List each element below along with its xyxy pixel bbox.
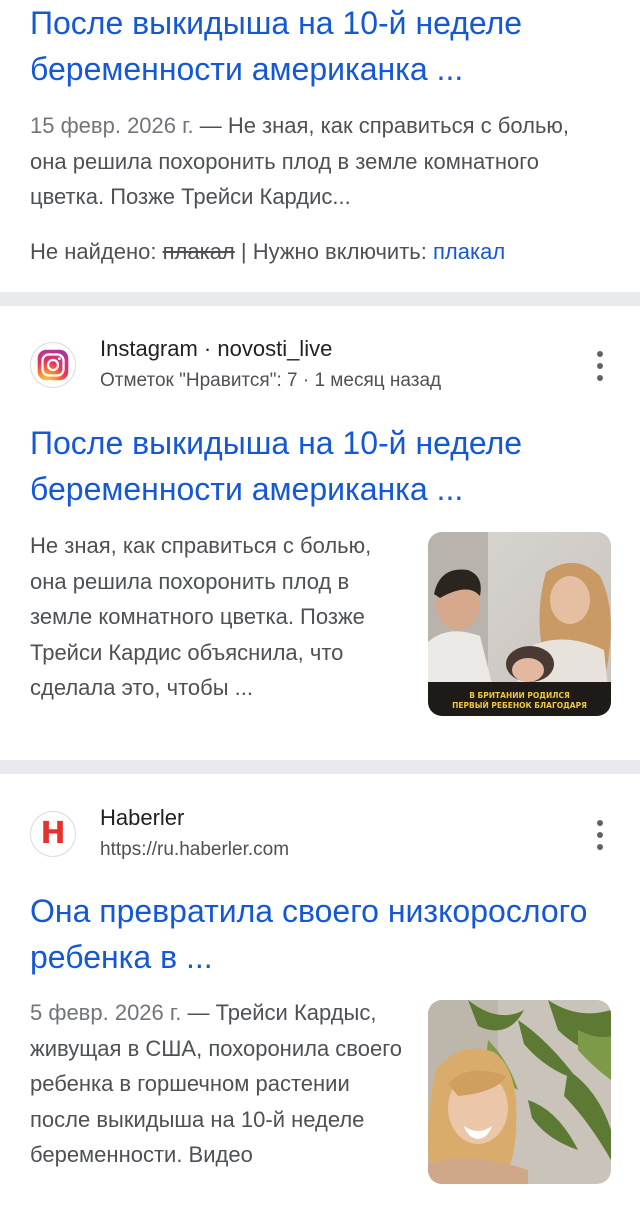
date-dash: — [193,113,228,138]
not-found-label: Не найдено: [30,239,163,264]
source-name: Haberler [100,805,185,830]
more-options-icon[interactable] [590,817,610,853]
result-thumbnail[interactable]: В БРИТАНИИ РОДИЛСЯ ПЕРВЫЙ РЕБЕНОК БЛАГОД… [428,532,611,716]
source-name: Instagram · novosti_live [100,336,333,361]
more-options-icon[interactable] [590,348,610,384]
result-snippet: Не зная, как справиться с болью, она реш… [30,533,372,700]
result-title[interactable]: Она превратила своего низкорослого ребен… [30,888,590,980]
result-title[interactable]: После выкидыша на 10-й неделе беременнос… [30,420,590,512]
haberler-icon: H [30,811,76,857]
result-date: 5 февр. 2026 г. [30,1000,182,1025]
not-found-word: плакал [162,239,235,264]
source-url: https://ru.haberler.com [100,839,290,860]
source-row[interactable]: H Haberler https://ru.haberler.com [30,805,640,871]
result-separator [0,292,640,306]
result-date: 15 февр. 2026 г. [30,113,194,138]
haberler-logo-letter: H [40,816,66,851]
result-separator [0,760,640,774]
date-dash: — [181,1000,216,1025]
result-title[interactable]: После выкидыша на 10-й неделе беременнос… [30,0,590,92]
must-include-link[interactable]: плакал [433,239,505,264]
result-snippet: 5 февр. 2026 г. — Трейси Кардыс, живущая… [30,995,405,1173]
result-card-1: После выкидыша на 10-й неделе беременнос… [0,0,640,292]
result-card-2: Instagram · novosti_live Отметок "Нравит… [0,306,640,760]
snippet-text: Трейси Кардыс, живущая в США, похоронила… [30,1000,402,1167]
missing-terms: Не найдено: плакал | Нужно включить: пла… [30,237,505,267]
instagram-icon [30,342,76,388]
result-thumbnail[interactable] [428,1000,611,1184]
result-card-3: H Haberler https://ru.haberler.com Она п… [0,774,640,1214]
result-snippet: 15 февр. 2026 г. — Не зная, как справить… [30,108,590,215]
thumbnail-caption: В БРИТАНИИ РОДИЛСЯ ПЕРВЫЙ РЕБЕНОК БЛАГОД… [452,691,587,710]
source-meta: Отметок "Нравится": 7 · 1 месяц назад [100,370,442,391]
must-include-label: | Нужно включить: [234,239,433,264]
source-row[interactable]: Instagram · novosti_live Отметок "Нравит… [30,336,640,402]
